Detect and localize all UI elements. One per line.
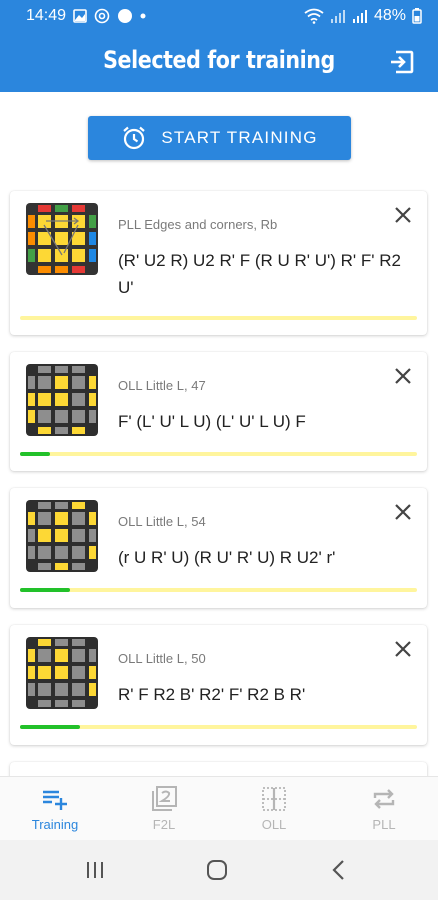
algorithm-notation: R' F R2 B' R2' F' R2 B R' — [118, 685, 306, 704]
progress-bar — [20, 588, 417, 592]
bottom-navigation: Training F2L OLL PLL — [0, 776, 438, 840]
home-icon[interactable] — [206, 859, 228, 881]
recent-apps-icon[interactable] — [84, 860, 106, 880]
progress-fill — [20, 588, 70, 592]
nav-label: F2L — [152, 817, 176, 832]
signal-icon-2 — [352, 10, 367, 23]
progress-fill — [20, 452, 50, 456]
close-icon[interactable] — [393, 366, 413, 386]
close-icon[interactable] — [393, 639, 413, 659]
algorithm-card[interactable] — [10, 762, 427, 776]
battery-percent: 48% — [373, 7, 406, 24]
wifi-icon — [304, 8, 324, 24]
close-icon[interactable] — [393, 205, 413, 225]
nav-label: PLL — [372, 817, 396, 832]
pll-cube-diagram — [26, 203, 98, 275]
playlist-add-icon — [43, 790, 67, 810]
battery-icon — [412, 8, 422, 24]
f2l-icon — [152, 786, 177, 811]
gallery-icon — [73, 9, 87, 23]
start-training-button[interactable]: START TRAINING — [88, 116, 351, 160]
nav-label: Training — [31, 817, 79, 832]
oll-grid-icon — [262, 787, 286, 811]
nav-item-oll[interactable]: OLL — [234, 785, 314, 832]
nav-item-training[interactable]: Training — [15, 785, 95, 832]
at-icon — [94, 8, 110, 24]
app-bar: Selected for training — [0, 32, 438, 92]
exit-icon[interactable] — [388, 48, 416, 76]
nav-item-pll[interactable]: PLL — [344, 785, 424, 832]
nav-label: OLL — [261, 817, 287, 832]
training-list[interactable]: START TRAINING PLL Edges and corners, Rb… — [0, 92, 438, 776]
algorithm-card[interactable]: PLL Edges and corners, Rb (R' U2 R) U2 R… — [10, 191, 427, 335]
progress-bar — [20, 316, 417, 320]
algorithm-notation: (r U R' U) (R U' R' U) R U2' r' — [118, 548, 336, 567]
progress-bar — [20, 725, 417, 729]
oll-cube-diagram — [26, 500, 98, 572]
algorithm-name: OLL Little L, 47 — [118, 378, 206, 393]
algorithm-name: OLL Little L, 50 — [118, 651, 206, 666]
algorithm-notation: (R' U2 R) U2 R' F (R U R' U') R' F' R2 U… — [118, 251, 401, 297]
circle-icon — [118, 9, 133, 23]
system-navigation-bar — [0, 840, 438, 900]
progress-fill — [20, 725, 80, 729]
algorithm-notation: F' (L' U' L U) (L' U' L U) F — [118, 412, 306, 431]
dot-icon — [140, 13, 146, 19]
signal-icon — [330, 10, 345, 23]
page-title: Selected for training — [103, 46, 335, 74]
close-icon[interactable] — [393, 502, 413, 522]
nav-item-f2l[interactable]: F2L — [124, 785, 204, 832]
status-time: 14:49 — [26, 7, 67, 24]
start-training-label: START TRAINING — [161, 128, 318, 147]
algorithm-card[interactable]: OLL Little L, 50 R' F R2 B' R2' F' R2 B … — [10, 625, 427, 745]
status-bar: 14:49 48% — [0, 0, 438, 32]
alarm-clock-icon — [123, 126, 146, 150]
oll-cube-diagram — [26, 364, 98, 436]
repeat-icon — [373, 789, 395, 809]
back-icon[interactable] — [331, 859, 347, 881]
algorithm-card[interactable]: OLL Little L, 47 F' (L' U' L U) (L' U' L… — [10, 352, 427, 471]
progress-bar — [20, 452, 417, 456]
algorithm-card[interactable]: OLL Little L, 54 (r U R' U) (R U' R' U) … — [10, 488, 427, 608]
algorithm-name: PLL Edges and corners, Rb — [118, 217, 278, 232]
oll-cube-diagram — [26, 637, 98, 709]
algorithm-name: OLL Little L, 54 — [118, 514, 206, 529]
